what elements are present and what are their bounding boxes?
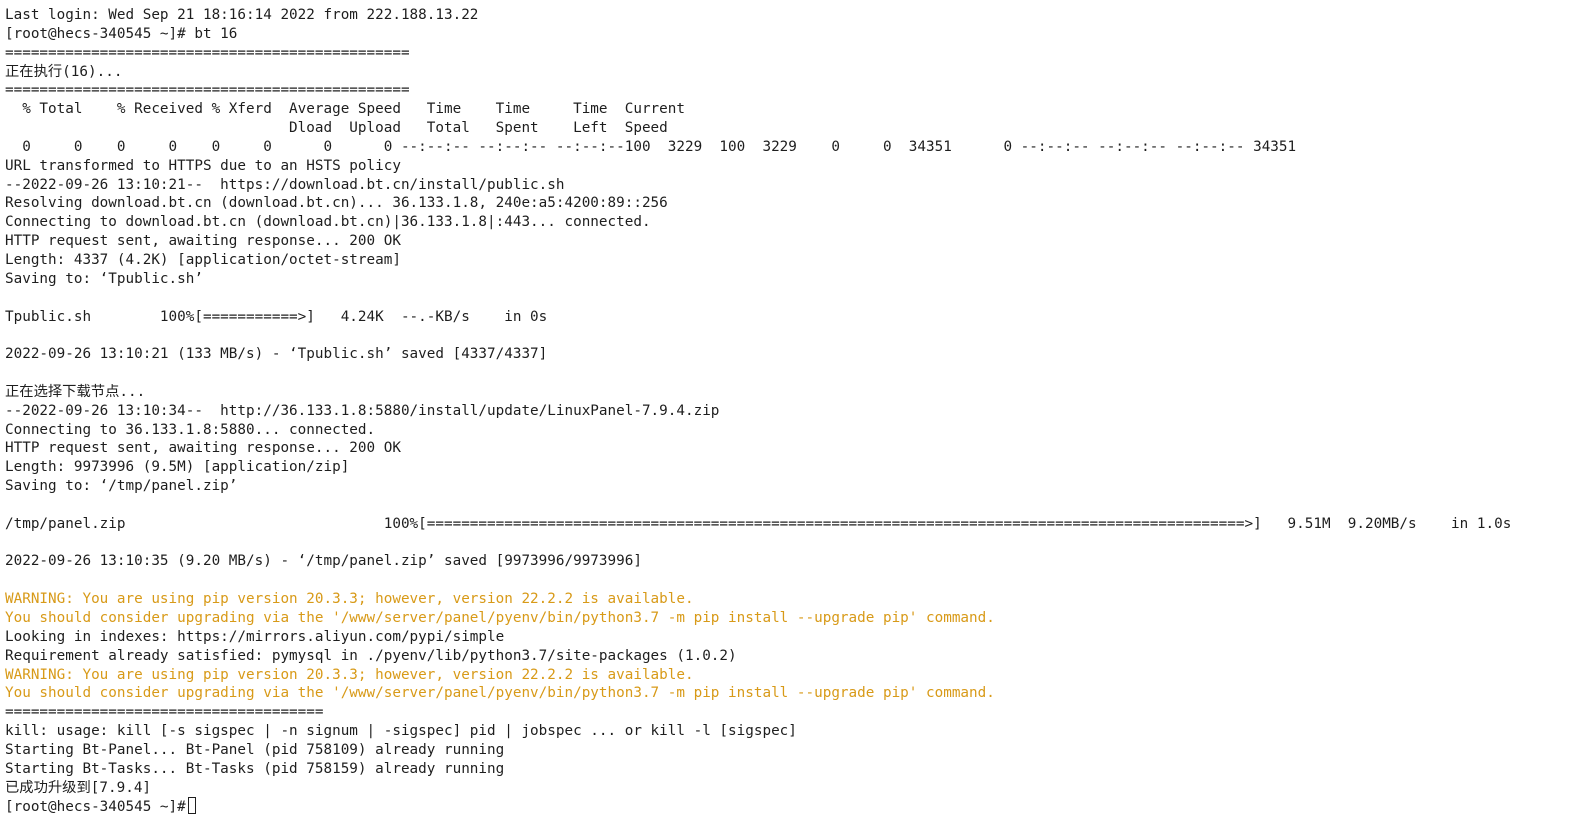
output-line: /tmp/panel.zip 100%[====================… — [5, 515, 1512, 532]
output-line: Saving to: ‘/tmp/panel.zip’ — [5, 478, 238, 495]
output-line: --2022-09-26 13:10:21-- https://download… — [5, 176, 565, 193]
output-line: 正在选择下载节点... — [5, 383, 146, 400]
output-line: % Total % Received % Xferd Average Speed… — [5, 101, 685, 118]
output-line: Saving to: ‘Tpublic.sh’ — [5, 270, 203, 287]
output-line: ========================================… — [5, 82, 410, 99]
output-line: URL transformed to HTTPS due to an HSTS … — [5, 157, 401, 174]
output-line: HTTP request sent, awaiting response... … — [5, 233, 401, 250]
output-line: Requirement already satisfied: pymysql i… — [5, 647, 737, 664]
output-line: Connecting to download.bt.cn (download.b… — [5, 214, 651, 231]
output-line: Starting Bt-Panel... Bt-Panel (pid 75810… — [5, 741, 505, 758]
output-line: ===================================== — [5, 704, 324, 721]
output-line: 0 0 0 0 0 0 0 0 --:--:-- --:--:-- --:--:… — [5, 138, 1297, 155]
output-line: Last login: Wed Sep 21 18:16:14 2022 fro… — [5, 7, 479, 23]
output-line: [root@hecs-340545 ~]# bt 16 — [5, 25, 238, 42]
output-line: Looking in indexes: https://mirrors.aliy… — [5, 628, 505, 645]
output-line: Dload Upload Total Spent Left Speed — [5, 120, 668, 137]
output-line: 已成功升级到[7.9.4] — [5, 779, 152, 796]
output-line: Connecting to 36.133.1.8:5880... connect… — [5, 421, 376, 438]
output-line: Resolving download.bt.cn (download.bt.cn… — [5, 195, 668, 212]
terminal-output: Last login: Wed Sep 21 18:16:14 2022 fro… — [5, 6, 1511, 816]
warning-line: You should consider upgrading via the '/… — [5, 685, 995, 702]
text-cursor — [187, 797, 196, 815]
output-line: Length: 4337 (4.2K) [application/octet-s… — [5, 251, 401, 268]
output-line: kill: usage: kill [-s sigspec | -n signu… — [5, 723, 797, 740]
output-line: --2022-09-26 13:10:34-- http://36.133.1.… — [5, 402, 720, 419]
output-line: 2022-09-26 13:10:35 (9.20 MB/s) - ‘/tmp/… — [5, 553, 642, 570]
output-line: HTTP request sent, awaiting response... … — [5, 440, 401, 457]
warning-line: WARNING: You are using pip version 20.3.… — [5, 591, 694, 608]
output-line: Length: 9973996 (9.5M) [application/zip] — [5, 459, 350, 476]
shell-prompt: [root@hecs-340545 ~]# — [5, 799, 186, 816]
output-line: ========================================… — [5, 44, 410, 61]
output-line: Starting Bt-Tasks... Bt-Tasks (pid 75815… — [5, 760, 505, 777]
prompt-line[interactable]: [root@hecs-340545 ~]# — [5, 797, 1511, 816]
output-line: 正在执行(16)... — [5, 63, 123, 80]
output-line: 2022-09-26 13:10:21 (133 MB/s) - ‘Tpubli… — [5, 346, 548, 363]
warning-line: WARNING: You are using pip version 20.3.… — [5, 666, 694, 683]
warning-line: You should consider upgrading via the '/… — [5, 610, 995, 626]
output-line: Tpublic.sh 100%[===========>] 4.24K --.-… — [5, 308, 548, 325]
terminal-window[interactable]: Last login: Wed Sep 21 18:16:14 2022 fro… — [0, 0, 1584, 829]
